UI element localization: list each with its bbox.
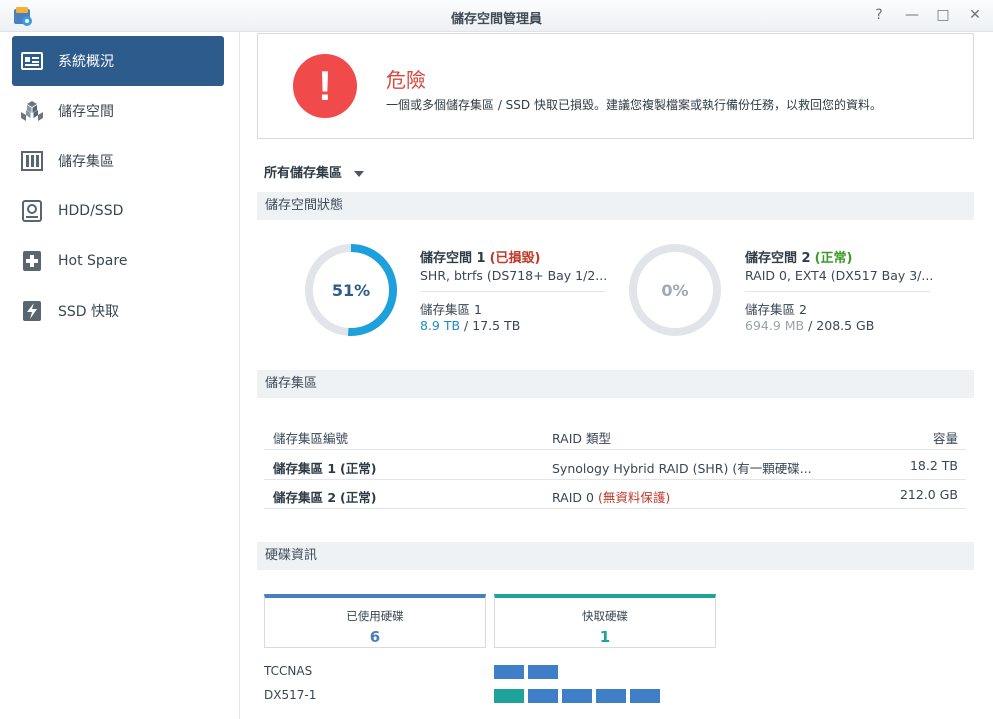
disk-slot[interactable]: [528, 665, 558, 679]
pool-2-raid-cell: RAID 0 (無資料保護): [552, 487, 670, 506]
pool-2-status: (正常): [340, 490, 377, 505]
pool-1-raid: Synology Hybrid RAID (SHR) (有一顆硬碟...: [552, 461, 812, 476]
window-title: 儲存空間管理員: [450, 12, 542, 27]
alert-title: 危險: [386, 68, 426, 92]
divider: [745, 291, 930, 292]
column-header-capacity[interactable]: 容量: [933, 428, 958, 447]
main-panel: ! 危險 一個或多個儲存集區 / SSD 快取已損毀。建議您複製檔案或執行備份任…: [241, 32, 993, 719]
sidebar-item-volume[interactable]: 儲存空間: [12, 86, 224, 136]
volume-2-pool: 儲存集區 2: [745, 302, 807, 317]
divider: [420, 291, 605, 292]
hdd-icon: [20, 199, 44, 223]
table-row[interactable]: 儲存集區 1 (正常) Synology Hybrid RAID (SHR) (…: [264, 451, 966, 480]
sidebar-item-label: HDD/SSD: [58, 203, 124, 219]
pool-2-capacity: 212.0 GB: [899, 487, 958, 502]
cache-disks-count: 1: [599, 628, 611, 646]
volume-1-capacity-separator: /: [460, 318, 473, 333]
volume-1-total: 17.5 TB: [472, 318, 521, 333]
overview-icon: [20, 49, 44, 73]
disk-slot[interactable]: [562, 689, 592, 703]
used-disks-card[interactable]: 已使用硬碟 6: [264, 594, 486, 648]
cache-disks-card[interactable]: 快取硬碟 1: [494, 594, 716, 648]
disk-slot[interactable]: [494, 665, 524, 679]
sidebar-item-hot-spare[interactable]: Hot Spare: [12, 236, 224, 286]
volume-2-capacity-separator: /: [804, 318, 817, 333]
sidebar-item-ssd-cache[interactable]: SSD 快取: [12, 286, 224, 336]
pool-icon: [20, 149, 44, 173]
disk-slot[interactable]: [494, 689, 524, 703]
chevron-down-icon: [354, 170, 365, 177]
volume-2-capacity: 694.9 MB / 208.5 GB: [745, 318, 874, 333]
cache-disks-label: 快取硬碟: [582, 609, 628, 623]
used-disks-count: 6: [369, 628, 381, 646]
sidebar: 系統概況 儲存空間 儲存集區 HDD/SSD Hot Spare SSD 快取: [0, 32, 240, 719]
section-volume-status: 儲存空間狀態: [257, 192, 974, 220]
pool-1-capacity: 18.2 TB: [909, 458, 958, 473]
volume-2-title-line[interactable]: 儲存空間 2 (正常): [745, 247, 852, 266]
cubes-icon: [20, 99, 44, 123]
danger-alert: ! 危險 一個或多個儲存集區 / SSD 快取已損毀。建議您複製檔案或執行備份任…: [257, 33, 974, 139]
sidebar-item-label: 儲存集區: [58, 154, 114, 170]
volume-1-pool: 儲存集區 1: [420, 302, 482, 317]
sidebar-item-label: SSD 快取: [58, 304, 120, 320]
pool-filter-label: 所有儲存集區: [264, 166, 343, 181]
host-name: TCCNAS: [264, 664, 313, 678]
pool-filter-dropdown[interactable]: 所有儲存集區: [264, 162, 365, 181]
pool-2-name: 儲存集區 2: [273, 490, 337, 505]
sidebar-item-label: Hot Spare: [58, 253, 128, 269]
table-row[interactable]: 儲存集區 2 (正常) RAID 0 (無資料保護) 212.0 GB: [264, 480, 966, 509]
volume-1-status: (已損毀): [489, 251, 541, 266]
volume-1-usage-ring: 51%: [303, 242, 399, 338]
column-header-id[interactable]: 儲存集區編號: [273, 428, 348, 447]
volume-1-title-line[interactable]: 儲存空間 1 (已損毀): [420, 247, 540, 266]
title-bar: 儲存空間管理員 ? — □ ✕: [0, 0, 993, 32]
disk-slot[interactable]: [630, 689, 660, 703]
volume-2-used: 694.9 MB: [745, 318, 805, 333]
volume-2-total: 208.5 GB: [816, 318, 875, 333]
pool-1-status: (正常): [340, 461, 377, 476]
volume-1-capacity: 8.9 TB / 17.5 TB: [420, 318, 520, 333]
disk-slot[interactable]: [596, 689, 626, 703]
pool-1-name: 儲存集區 1: [273, 461, 337, 476]
host-name: DX517-1: [264, 688, 317, 702]
alert-message: 一個或多個儲存集區 / SSD 快取已損毀。建議您複製檔案或執行備份任務，以救回…: [386, 98, 882, 112]
volume-1-percent: 51%: [331, 281, 371, 300]
exclamation-icon: !: [293, 54, 357, 118]
pool-2-raid-note: (無資料保護): [597, 490, 671, 505]
sidebar-item-label: 儲存空間: [58, 104, 114, 120]
volume-1-used: 8.9 TB: [420, 318, 461, 333]
volume-1-detail: SHR, btrfs (DS718+ Bay 1/2...: [420, 268, 608, 283]
lightning-icon: [20, 299, 44, 323]
used-disks-label: 已使用硬碟: [346, 609, 404, 623]
volume-1-title: 儲存空間 1: [420, 251, 486, 266]
maximize-button[interactable]: □: [932, 4, 954, 26]
sidebar-item-label: 系統概況: [58, 54, 114, 70]
column-header-raid[interactable]: RAID 類型: [552, 428, 611, 447]
volume-2-percent: 0%: [661, 281, 689, 300]
sidebar-item-hdd-ssd[interactable]: HDD/SSD: [12, 186, 224, 236]
pool-table-header: 儲存集區編號 RAID 類型 容量: [264, 421, 966, 450]
close-button[interactable]: ✕: [964, 4, 986, 26]
volume-2-status: (正常): [814, 251, 853, 266]
plus-box-icon: [20, 249, 44, 273]
pool-2-raid: RAID 0: [552, 490, 594, 505]
volume-2-title: 儲存空間 2: [745, 251, 811, 266]
section-disk-info: 硬碟資訊: [257, 542, 974, 570]
pool-name-cell: 儲存集區 2 (正常): [273, 487, 376, 506]
volume-2-usage-ring: 0%: [627, 242, 723, 338]
volume-2-detail: RAID 0, EXT4 (DX517 Bay 3/...: [745, 268, 934, 283]
sidebar-item-pool[interactable]: 儲存集區: [12, 136, 224, 186]
pool-name-cell: 儲存集區 1 (正常): [273, 458, 376, 477]
help-button[interactable]: ?: [868, 4, 890, 26]
minimize-button[interactable]: —: [901, 4, 923, 26]
disk-slot[interactable]: [528, 689, 558, 703]
sidebar-item-overview[interactable]: 系統概況: [12, 36, 224, 86]
section-storage-pools: 儲存集區: [257, 370, 974, 398]
